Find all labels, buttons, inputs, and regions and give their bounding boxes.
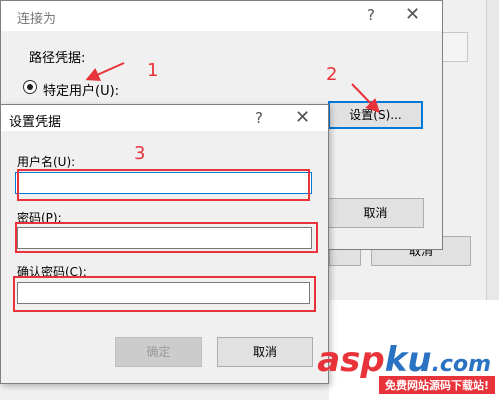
annotation-3: 3 [134, 143, 146, 164]
help-icon[interactable]: ? [367, 6, 375, 24]
username-label: 用户名(U): [17, 155, 76, 169]
password-label: 密码(P): [17, 211, 62, 225]
username-input[interactable] [15, 172, 312, 194]
confirm-password-label: 确认密码(C): [17, 265, 87, 279]
set-credentials-titlebar: 设置凭据 ? ✕ [1, 105, 328, 131]
set-credentials-title: 设置凭据 [9, 115, 62, 130]
specific-user-label[interactable]: 特定用户(U): [43, 80, 119, 99]
path-credentials-label: 路径凭据: [29, 51, 86, 66]
connect-as-titlebar: 连接为 ? ✕ [1, 1, 442, 31]
close-icon[interactable]: ✕ [295, 107, 310, 128]
watermark-logo: aspku.com [317, 340, 491, 380]
set-credentials-button[interactable]: 设置(S)... [328, 101, 423, 129]
confirm-password-input[interactable] [17, 282, 310, 304]
set-credentials-dialog: 设置凭据 ? ✕ 用户名(U): 密码(P): 确认密码(C): 确定 取消 [0, 104, 329, 384]
specific-user-radio[interactable] [23, 80, 37, 94]
help-icon[interactable]: ? [255, 109, 263, 127]
connect-as-title: 连接为 [17, 12, 57, 27]
password-input[interactable] [17, 227, 312, 249]
cancel-button[interactable]: 取消 [327, 198, 424, 228]
close-icon[interactable]: ✕ [405, 4, 420, 25]
cancel-button[interactable]: 取消 [217, 337, 313, 367]
ok-button[interactable]: 确定 [115, 337, 202, 367]
background-field [440, 32, 468, 62]
watermark-tagline: 免费网站源码下载站! [378, 376, 495, 394]
annotation-1: 1 [147, 60, 159, 81]
annotation-2: 2 [326, 64, 338, 85]
background-right-edge [486, 0, 499, 300]
